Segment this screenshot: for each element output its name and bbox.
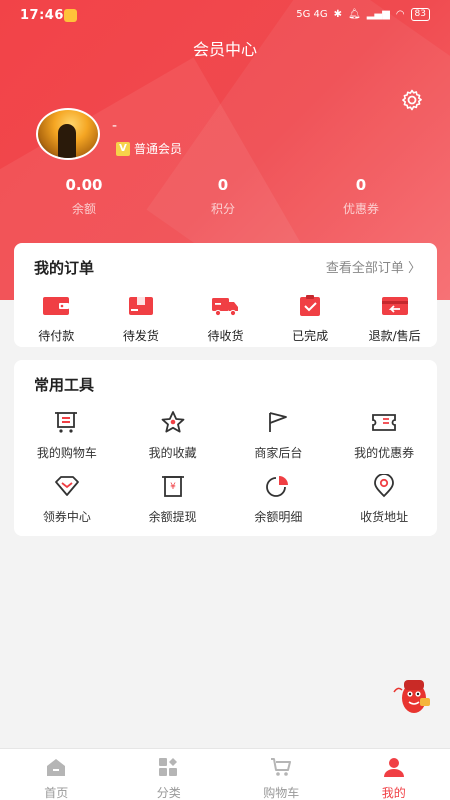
truck-icon — [212, 298, 239, 317]
tool-my-cart[interactable]: 我的购物车 — [17, 406, 117, 470]
tool-label: 我的优惠券 — [354, 446, 415, 460]
tool-label: 我的购物车 — [36, 446, 97, 460]
account-stats: 0.00 余额 0 积分 0 优惠券 — [0, 176, 450, 226]
tab-label: 分类 — [156, 786, 181, 800]
tool-coupon-center[interactable]: 领券中心 — [17, 470, 117, 534]
stat-label: 余额 — [71, 202, 96, 216]
withdraw-icon: ¥ — [161, 476, 184, 497]
stat-label: 积分 — [210, 202, 235, 216]
wallet-icon — [43, 297, 70, 315]
tab-label: 首页 — [44, 786, 69, 800]
svg-text:¥: ¥ — [170, 482, 176, 492]
order-pending-payment[interactable]: 待付款 — [16, 295, 96, 344]
diamond-icon — [54, 476, 79, 496]
tool-my-coupons[interactable]: 我的优惠券 — [334, 406, 434, 470]
member-level-label: 普通会员 — [134, 142, 183, 156]
order-status-row: 待付款 待发货 待收货 已完成 退款/售后 — [14, 295, 437, 344]
order-pending-receipt[interactable]: 待收货 — [185, 295, 265, 344]
tool-favorites[interactable]: 我的收藏 — [123, 406, 223, 470]
network-label: 5G 4G — [296, 9, 328, 20]
page-title: 会员中心 — [192, 40, 257, 59]
order-item-label: 待收货 — [207, 329, 244, 343]
tool-label: 余额明细 — [254, 510, 303, 524]
avatar[interactable] — [36, 108, 100, 160]
tab-cart[interactable]: 购物车 — [225, 749, 338, 800]
app-notification-icon — [64, 9, 77, 22]
status-time: 17:46 — [20, 8, 64, 23]
stat-balance[interactable]: 0.00 余额 — [34, 176, 134, 217]
refund-icon — [381, 297, 408, 315]
coupon-icon — [372, 414, 397, 431]
tab-label: 购物车 — [263, 786, 300, 800]
member-level: V 普通会员 — [116, 140, 182, 157]
stat-label: 优惠券 — [342, 202, 379, 216]
star-icon — [161, 411, 185, 433]
tab-category[interactable]: 分类 — [113, 749, 226, 800]
orders-title: 我的订单 — [34, 259, 95, 277]
order-item-label: 已完成 — [292, 329, 329, 343]
tab-label: 我的 — [381, 786, 406, 800]
bluetooth-icon: ✱ — [333, 9, 343, 20]
cart-icon — [271, 758, 292, 776]
tools-title: 常用工具 — [34, 376, 95, 394]
stat-value: 0.00 — [65, 176, 103, 194]
cart-icon — [54, 412, 77, 433]
category-icon — [158, 758, 177, 776]
status-bar: 17:46 5G 4G ✱ 🔔︎ ▂▄▆ ◠ 83 — [0, 0, 450, 32]
tools-grid: 我的购物车 我的收藏 商家后台 我的优惠券 领券中心 ¥ 余额提现 余额明细 收… — [14, 406, 437, 534]
tab-home[interactable]: 首页 — [0, 749, 113, 800]
tool-merchant-backend[interactable]: 商家后台 — [228, 406, 328, 470]
bottom-tab-bar: 首页 分类 购物车 我的 — [0, 748, 450, 800]
order-refund[interactable]: 退款/售后 — [355, 295, 435, 344]
location-icon — [374, 473, 395, 498]
order-item-label: 退款/售后 — [368, 329, 421, 343]
user-icon — [383, 758, 404, 777]
battery-icon: 83 — [410, 8, 430, 21]
signal-icon: ▂▄▆ — [366, 9, 390, 20]
orders-card: 我的订单 查看全部订单 〉 待付款 待发货 待收货 已完成 退款/售后 — [14, 243, 437, 347]
username: - — [112, 118, 118, 134]
tool-shipping-address[interactable]: 收货地址 — [334, 470, 434, 534]
home-icon — [47, 759, 66, 776]
tool-label: 余额提现 — [148, 510, 197, 524]
order-item-label: 待付款 — [38, 329, 75, 343]
wifi-icon: ◠ — [395, 9, 405, 20]
vip-badge-icon: V — [116, 141, 130, 156]
bell-icon: 🔔︎ — [348, 9, 361, 20]
stat-value: 0 — [217, 176, 229, 194]
tab-mine[interactable]: 我的 — [338, 749, 450, 800]
clipboard-check-icon — [300, 295, 321, 316]
package-icon — [128, 297, 153, 315]
order-completed[interactable]: 已完成 — [270, 295, 350, 344]
tools-card: 常用工具 我的购物车 我的收藏 商家后台 我的优惠券 领券中心 ¥ 余额提现 余… — [14, 360, 437, 536]
stat-points[interactable]: 0 积分 — [173, 176, 273, 217]
pie-icon — [266, 476, 289, 497]
avatar-figure — [58, 124, 76, 158]
floating-mascot-icon[interactable] — [390, 672, 434, 716]
order-item-label: 待发货 — [122, 329, 159, 343]
settings-gear-icon[interactable] — [400, 88, 424, 112]
tool-balance-details[interactable]: 余额明细 — [228, 470, 328, 534]
status-icons: 5G 4G ✱ 🔔︎ ▂▄▆ ◠ 83 — [296, 8, 430, 21]
stat-coupons[interactable]: 0 优惠券 — [311, 176, 411, 217]
stat-value: 0 — [355, 176, 367, 194]
tool-label: 收货地址 — [360, 510, 409, 524]
order-pending-shipment[interactable]: 待发货 — [101, 295, 181, 344]
tool-label: 商家后台 — [254, 446, 303, 460]
view-all-orders-link[interactable]: 查看全部订单 〉 — [326, 257, 421, 276]
flag-icon — [269, 412, 288, 432]
tool-withdraw[interactable]: ¥ 余额提现 — [123, 470, 223, 534]
tool-label: 领券中心 — [42, 510, 91, 524]
tool-label: 我的收藏 — [148, 446, 197, 460]
